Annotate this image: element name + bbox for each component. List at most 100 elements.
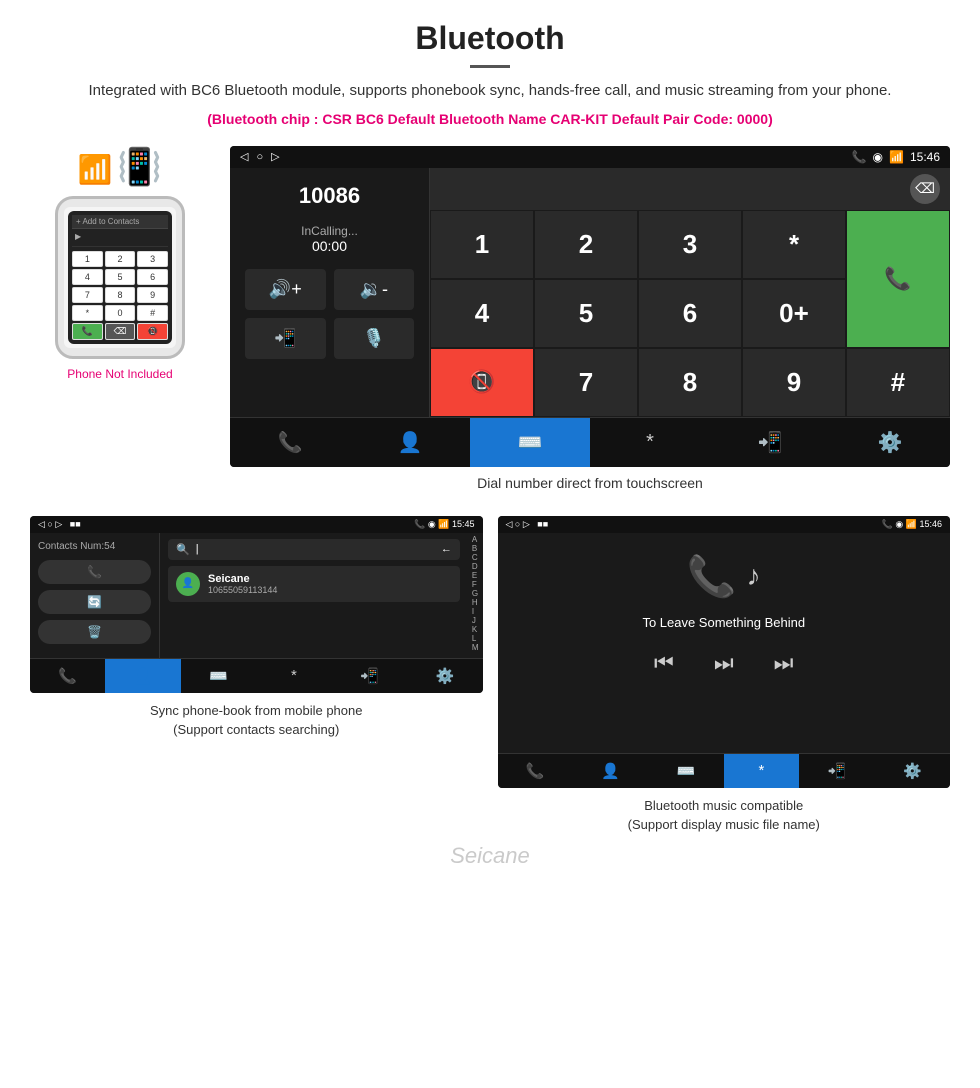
next-track-btn[interactable]: ⏭	[774, 650, 794, 676]
contacts-body: Contacts Num:54 📞 🔄 🗑️ 🔍 | ←	[30, 533, 483, 658]
volume-down-btn[interactable]: 🔉-	[334, 269, 415, 310]
recents-icon: ▷	[271, 150, 279, 163]
cnav-settings[interactable]: ⚙️	[407, 659, 482, 693]
dial-screen-wrapper: ◁ ○ ▷ 📞 ◉ 📶 15:46 10086	[230, 146, 950, 506]
nav-call-btn[interactable]: 📞	[230, 418, 350, 467]
key-4[interactable]: 4	[430, 279, 534, 348]
cnav-keypad[interactable]: ⌨️	[181, 659, 256, 693]
location-icon: ◉	[873, 150, 883, 164]
contact-name: Seicane	[208, 573, 277, 585]
contacts-nav-bar: 📞 👤 ⌨️ * 📲 ⚙️	[30, 658, 483, 693]
dial-controls: 🔊+ 🔉- 📲 🎙️	[245, 269, 414, 359]
contacts-caption: Sync phone-book from mobile phone (Suppo…	[30, 701, 483, 740]
music-sb-right: 📞 ◉ 📶 15:46	[882, 519, 942, 530]
calling-label: InCalling...	[245, 224, 414, 238]
music-body: 📞 ♪ To Leave Something Behind ⏮ ⏭ ⏭	[498, 533, 951, 753]
dial-status-bar: ◁ ○ ▷ 📞 ◉ 📶 15:46	[230, 146, 950, 168]
mnav-transfer[interactable]: 📲	[799, 754, 874, 788]
contact-list-item: 👤 Seicane 10655059113144	[168, 566, 460, 602]
mnav-keypad[interactable]: ⌨️	[648, 754, 723, 788]
play-pause-btn[interactable]: ⏭	[714, 650, 734, 676]
dial-android-screen: ◁ ○ ▷ 📞 ◉ 📶 15:46 10086	[230, 146, 950, 467]
bottom-screenshots: ◁ ○ ▷ ■■ 📞 ◉ 📶 15:45 Contacts Num:54 📞 🔄…	[30, 516, 950, 835]
contacts-sb-left: ◁ ○ ▷ ■■	[38, 519, 81, 530]
nav-settings-btn[interactable]: ⚙️	[830, 418, 950, 467]
music-caption-line1: Bluetooth music compatible	[644, 798, 803, 813]
music-phone-icon: 📞	[687, 553, 737, 600]
nav-contacts-btn[interactable]: 👤	[350, 418, 470, 467]
mic-btn[interactable]: 🎙️	[334, 318, 415, 359]
nav-transfer-nav-btn[interactable]: 📲	[710, 418, 830, 467]
mnav-contacts[interactable]: 👤	[573, 754, 648, 788]
key-9[interactable]: 9	[742, 348, 846, 417]
status-bar-left: ◁ ○ ▷	[240, 150, 280, 163]
cnav-contacts[interactable]: 👤	[105, 659, 180, 693]
key-star[interactable]: *	[742, 210, 846, 279]
contacts-android-screen: ◁ ○ ▷ ■■ 📞 ◉ 📶 15:45 Contacts Num:54 📞 🔄…	[30, 516, 483, 693]
phone-container: 📶 📳 + Add to Contacts ▶ 1 2	[30, 146, 210, 381]
nav-keypad-btn[interactable]: ⌨️	[470, 418, 590, 467]
hangup-red-btn[interactable]: 📵	[430, 348, 534, 417]
back-icon: ◁	[240, 150, 248, 163]
dial-nav-bar: 📞 👤 ⌨️ * 📲 ⚙️	[230, 417, 950, 467]
call-green-btn[interactable]: 📞	[846, 210, 950, 348]
key-2[interactable]: 2	[534, 210, 638, 279]
key-0plus[interactable]: 0+	[742, 279, 846, 348]
key-7[interactable]: 7	[534, 348, 638, 417]
key-hash[interactable]: #	[846, 348, 950, 417]
music-note-icon: ♪	[747, 560, 761, 592]
backspace-icon: ←	[441, 543, 452, 555]
music-screenshot-wrapper: ◁ ○ ▷ ■■ 📞 ◉ 📶 15:46 📞 ♪ To Leave Someth…	[498, 516, 951, 835]
contact-number: 10655059113144	[208, 585, 277, 595]
music-android-screen: ◁ ○ ▷ ■■ 📞 ◉ 📶 15:46 📞 ♪ To Leave Someth…	[498, 516, 951, 788]
call-icon: 📞	[852, 150, 867, 164]
bluetooth-icon-area: 📶 📳	[78, 146, 162, 188]
contacts-call-btn[interactable]: 📞	[38, 560, 151, 584]
music-caption: Bluetooth music compatible (Support disp…	[498, 796, 951, 835]
main-content: 📶 📳 + Add to Contacts ▶ 1 2	[0, 146, 980, 897]
cnav-transfer[interactable]: 📲	[332, 659, 407, 693]
signal-waves-icon: 📶	[78, 153, 113, 186]
contact-avatar: 👤	[176, 572, 200, 596]
contacts-delete-btn[interactable]: 🗑️	[38, 620, 151, 644]
status-bar-right: 📞 ◉ 📶 15:46	[852, 150, 940, 164]
mnav-settings[interactable]: ⚙️	[875, 754, 950, 788]
mnav-bt[interactable]: *	[724, 754, 799, 788]
key-3[interactable]: 3	[638, 210, 742, 279]
cnav-call[interactable]: 📞	[30, 659, 105, 693]
key-6[interactable]: 6	[638, 279, 742, 348]
contacts-status-bar: ◁ ○ ▷ ■■ 📞 ◉ 📶 15:45	[30, 516, 483, 533]
backspace-button[interactable]: ⌫	[910, 174, 940, 204]
mnav-call[interactable]: 📞	[498, 754, 573, 788]
music-icon-area: 📞 ♪	[687, 553, 761, 600]
music-nav-bar: 📞 👤 ⌨️ * 📲 ⚙️	[498, 753, 951, 788]
prev-track-btn[interactable]: ⏮	[654, 650, 674, 676]
search-cursor: |	[196, 543, 199, 555]
contacts-search-bar: 🔍 | ←	[168, 539, 460, 560]
contacts-sb-right: 📞 ◉ 📶 15:45	[414, 519, 474, 530]
home-icon: ○	[256, 151, 263, 163]
music-controls: ⏮ ⏭ ⏭	[654, 650, 793, 676]
nav-bt-btn[interactable]: *	[590, 418, 710, 467]
key-8[interactable]: 8	[638, 348, 742, 417]
volume-up-btn[interactable]: 🔊+	[245, 269, 326, 310]
key-5[interactable]: 5	[534, 279, 638, 348]
contacts-caption-line1: Sync phone-book from mobile phone	[150, 703, 362, 718]
dial-time: 15:46	[910, 150, 940, 164]
dial-calling-info: InCalling... 00:00	[245, 224, 414, 254]
transfer-btn[interactable]: 📲	[245, 318, 326, 359]
music-status-bar: ◁ ○ ▷ ■■ 📞 ◉ 📶 15:46	[498, 516, 951, 533]
bluetooth-icon: 📳	[117, 146, 162, 187]
cnav-bt[interactable]: *	[256, 659, 331, 693]
calling-time: 00:00	[245, 238, 414, 254]
contacts-refresh-btn[interactable]: 🔄	[38, 590, 151, 614]
dial-body: 10086 InCalling... 00:00 🔊+ 🔉- 📲 🎙️	[230, 168, 950, 417]
key-1[interactable]: 1	[430, 210, 534, 279]
wifi-icon: 📶	[889, 150, 904, 164]
contacts-left-panel: Contacts Num:54 📞 🔄 🗑️	[30, 533, 160, 658]
music-caption-line2: (Support display music file name)	[628, 817, 820, 832]
seicane-watermark: Seicane	[30, 843, 950, 869]
chip-info: (Bluetooth chip : CSR BC6 Default Blueto…	[40, 109, 940, 130]
page-header: Bluetooth Integrated with BC6 Bluetooth …	[0, 0, 980, 146]
dial-number-display: 10086	[245, 183, 414, 209]
